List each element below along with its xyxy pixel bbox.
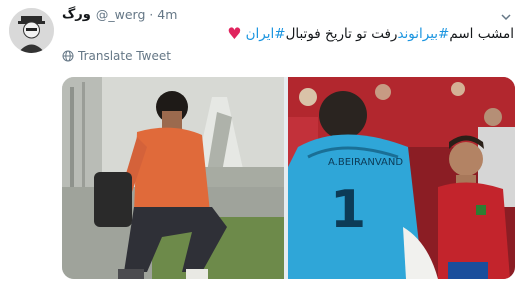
hashtag-link[interactable]: #ایران <box>246 24 286 44</box>
tweet-text-part: رفت تو تاریخ فوتبال <box>285 26 398 42</box>
translate-label: Translate Tweet <box>78 49 171 63</box>
tweet-text: امشب اسم #بیرانوند رفت تو تاریخ فوتبال #… <box>227 24 514 44</box>
tweet-header: ورگ @_werg · 4m <box>62 6 177 24</box>
photo-goalkeeper-ronaldo[interactable]: A.BEIRANVAND 1 <box>288 77 515 279</box>
chevron-down-icon[interactable] <box>500 8 512 21</box>
separator-dot: · <box>149 8 154 22</box>
hashtag-link[interactable]: #بیرانوند <box>397 24 449 44</box>
photo-young-man[interactable] <box>62 77 284 279</box>
jersey-number-text: 1 <box>330 180 366 240</box>
heart-emoji: ♥ <box>227 24 242 43</box>
author-handle[interactable]: @_werg <box>96 6 146 24</box>
media-grid: A.BEIRANVAND 1 <box>62 77 515 279</box>
jersey-name-text: A.BEIRANVAND <box>328 157 403 168</box>
globe-icon <box>62 50 74 62</box>
tweet-timestamp[interactable]: 4m <box>157 6 177 24</box>
author-name[interactable]: ورگ <box>62 6 91 24</box>
tweet-card[interactable]: ورگ @_werg · 4m امشب اسم #بیرانوند رفت ت… <box>0 0 522 289</box>
avatar[interactable] <box>9 8 54 53</box>
tweet-text-part: امشب اسم <box>449 26 514 42</box>
translate-tweet-link[interactable]: Translate Tweet <box>62 48 171 64</box>
